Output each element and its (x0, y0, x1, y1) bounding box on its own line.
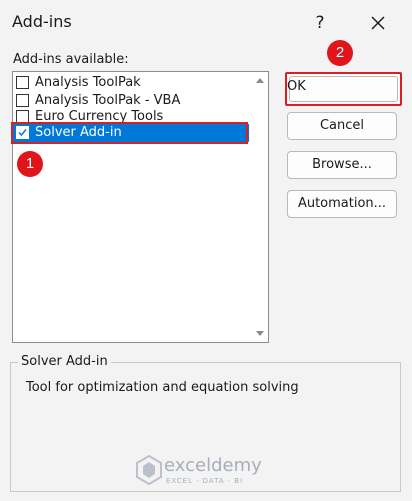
exceldemy-watermark: exceldemy EXCEL · DATA · BI (136, 453, 286, 489)
description-group-title: Solver Add-in (18, 354, 111, 369)
ok-button[interactable]: OK (285, 72, 402, 106)
cancel-button[interactable]: Cancel (287, 112, 397, 140)
watermark-tagline: EXCEL · DATA · BI (166, 477, 244, 485)
automation-button[interactable]: Automation... (287, 190, 397, 218)
ok-button-label: OK (287, 79, 306, 94)
watermark-name: exceldemy (164, 455, 262, 476)
checkbox[interactable] (16, 76, 29, 89)
exceldemy-logo-icon (136, 455, 162, 485)
step-1-badge: 1 (17, 151, 43, 177)
scroll-up-arrow-icon[interactable] (252, 74, 268, 86)
checkbox[interactable] (16, 94, 29, 107)
description-text: Tool for optimization and equation solvi… (26, 380, 299, 395)
list-item-analysis-toolpak[interactable]: Analysis ToolPak (13, 74, 249, 93)
highlight-box-solver (11, 122, 248, 144)
help-button[interactable]: ? (306, 9, 334, 37)
scroll-down-arrow-icon[interactable] (252, 328, 268, 340)
step-2-badge: 2 (327, 40, 353, 66)
dialog-title: Add-ins (12, 12, 72, 31)
close-button[interactable] (364, 9, 392, 37)
scrollbar[interactable] (252, 72, 268, 342)
list-item-label: Analysis ToolPak (35, 75, 141, 90)
list-item-label: Analysis ToolPak - VBA (35, 93, 181, 108)
browse-button[interactable]: Browse... (287, 151, 397, 179)
close-icon (371, 16, 385, 30)
add-ins-available-label: Add-ins available: (13, 52, 129, 67)
